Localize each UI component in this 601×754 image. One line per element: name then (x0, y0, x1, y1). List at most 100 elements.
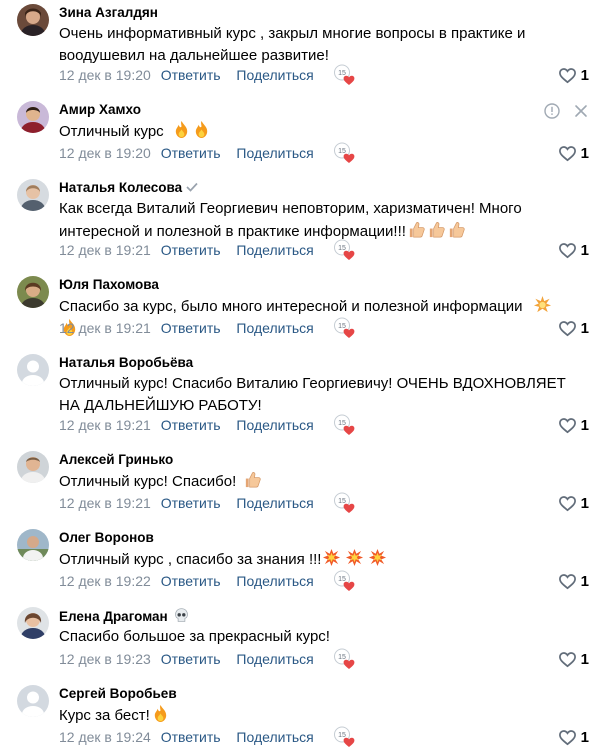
comment-text: Отличный курс! Спасибо! (59, 470, 569, 493)
comment-author[interactable]: Наталья Колесова (59, 179, 198, 197)
reply-button[interactable]: Ответить (161, 320, 221, 336)
like-button[interactable]: 1 (558, 143, 589, 163)
reaction-heart-icon[interactable] (333, 141, 357, 165)
avatar[interactable] (17, 4, 49, 36)
avatar[interactable] (17, 354, 49, 386)
share-button[interactable]: Поделиться (236, 573, 313, 589)
comment-meta: 12 дек в 19:21 Ответить Поделиться (59, 241, 314, 259)
share-button[interactable]: Поделиться (236, 495, 313, 511)
reply-button[interactable]: Ответить (161, 242, 221, 258)
close-icon[interactable] (574, 104, 588, 118)
like-button[interactable]: 1 (558, 649, 589, 669)
comment-author[interactable]: Олег Воронов (59, 529, 154, 547)
avatar[interactable] (17, 276, 49, 308)
fire-emoji-icon (192, 120, 211, 139)
like-button[interactable]: 1 (558, 727, 589, 747)
share-button[interactable]: Поделиться (236, 145, 313, 161)
comment-date[interactable]: 12 дек в 19:24 (59, 729, 151, 745)
comment-date[interactable]: 12 дек в 19:20 (59, 67, 151, 83)
collision-emoji-icon (368, 548, 387, 567)
like-count: 1 (580, 728, 589, 746)
comment-date[interactable]: 12 дек в 19:21 (59, 495, 151, 511)
comments-page: { "ui": { "reply_label": "Ответить", "sh… (0, 0, 601, 754)
comment-item: Амир Хамхо Отличный курс 12 дек в 19:20 … (0, 101, 601, 165)
comment-date[interactable]: 12 дек в 19:20 (59, 145, 151, 161)
thumbs-up-emoji-icon (407, 220, 426, 239)
like-button[interactable]: 1 (558, 415, 589, 435)
avatar[interactable] (17, 179, 49, 211)
avatar[interactable] (17, 529, 49, 561)
like-count: 1 (580, 66, 589, 84)
comment-item: Сергей Воробьев Курс за бест! 12 дек в 1… (0, 685, 601, 751)
comment-author[interactable]: Алексей Гринько (59, 451, 173, 469)
share-button[interactable]: Поделиться (236, 67, 313, 83)
reaction-heart-icon[interactable] (333, 647, 357, 671)
reaction-heart-icon[interactable] (333, 491, 357, 515)
comment-date[interactable]: 12 дек в 19:21 (59, 320, 151, 336)
comment-author[interactable]: Сергей Воробьев (59, 685, 177, 703)
reply-button[interactable]: Ответить (161, 145, 221, 161)
like-button[interactable]: 1 (558, 571, 589, 591)
comment-item: Юля Пахомова Спасибо за курс, было много… (0, 276, 601, 340)
heart-outline-icon (558, 241, 577, 260)
comment-text: Очень информативный курс , закрыл многие… (59, 25, 526, 64)
reply-button[interactable]: Ответить (161, 495, 221, 511)
share-button[interactable]: Поделиться (236, 242, 313, 258)
sparkle-emoji-icon (533, 295, 552, 314)
like-button[interactable]: 1 (558, 65, 589, 85)
comment-date[interactable]: 12 дек в 19:22 (59, 573, 151, 589)
comment-meta: 12 дек в 19:21 Ответить Поделиться (59, 416, 314, 434)
share-button[interactable]: Поделиться (236, 417, 313, 433)
report-icon[interactable] (544, 103, 560, 119)
reply-button[interactable]: Ответить (161, 651, 221, 667)
comment-text: Как всегда Виталий Георгиевич неповторим… (59, 200, 522, 240)
reaction-heart-icon[interactable] (333, 413, 357, 437)
heart-outline-icon (558, 650, 577, 669)
comment-date[interactable]: 12 дек в 19:21 (59, 242, 151, 258)
like-count: 1 (580, 572, 589, 590)
reaction-heart-icon[interactable] (333, 316, 357, 340)
share-button[interactable]: Поделиться (236, 320, 313, 336)
comment-author[interactable]: Наталья Воробьёва (59, 354, 193, 372)
heart-outline-icon (558, 416, 577, 435)
comment-item: Наталья Колесова Как всегда Виталий Геор… (0, 179, 601, 263)
reply-button[interactable]: Ответить (161, 573, 221, 589)
like-button[interactable]: 1 (558, 240, 589, 260)
fire-emoji-icon (172, 120, 191, 139)
reaction-heart-icon[interactable] (333, 63, 357, 87)
avatar[interactable] (17, 101, 49, 133)
reply-button[interactable]: Ответить (161, 417, 221, 433)
reaction-heart-icon[interactable] (333, 725, 357, 749)
heart-outline-icon (558, 144, 577, 163)
heart-outline-icon (558, 319, 577, 338)
comment-tools (544, 103, 588, 119)
comment-text: Спасибо большое за прекрасный курс! (59, 628, 330, 645)
reaction-heart-icon[interactable] (333, 569, 357, 593)
reply-button[interactable]: Ответить (161, 67, 221, 83)
comment-author[interactable]: Елена Драгоман (59, 607, 190, 626)
comment-author[interactable]: Амир Хамхо (59, 101, 141, 119)
avatar[interactable] (17, 685, 49, 717)
like-button[interactable]: 1 (558, 318, 589, 338)
thumbs-up-emoji-icon (243, 470, 262, 489)
avatar[interactable] (17, 607, 49, 639)
comment-author[interactable]: Юля Пахомова (59, 276, 159, 294)
comment-date[interactable]: 12 дек в 19:21 (59, 417, 151, 433)
skull-emoji-icon (173, 607, 190, 624)
comment-item: Елена Драгоман Спасибо большое за прекра… (0, 607, 601, 671)
like-count: 1 (580, 144, 589, 162)
thumbs-up-emoji-icon (447, 220, 466, 239)
avatar[interactable] (17, 451, 49, 483)
comment-text: Курс за бест! (59, 704, 569, 727)
share-button[interactable]: Поделиться (236, 729, 313, 745)
like-button[interactable]: 1 (558, 493, 589, 513)
share-button[interactable]: Поделиться (236, 651, 313, 667)
comment-text: Отличный курс , спасибо за знания !!! (59, 548, 569, 571)
comment-date[interactable]: 12 дек в 19:23 (59, 651, 151, 667)
checkmark-icon (186, 182, 198, 192)
reply-button[interactable]: Ответить (161, 729, 221, 745)
heart-outline-icon (558, 728, 577, 747)
comment-author[interactable]: Зина Азгалдян (59, 4, 158, 22)
reaction-heart-icon[interactable] (333, 238, 357, 262)
like-count: 1 (580, 494, 589, 512)
